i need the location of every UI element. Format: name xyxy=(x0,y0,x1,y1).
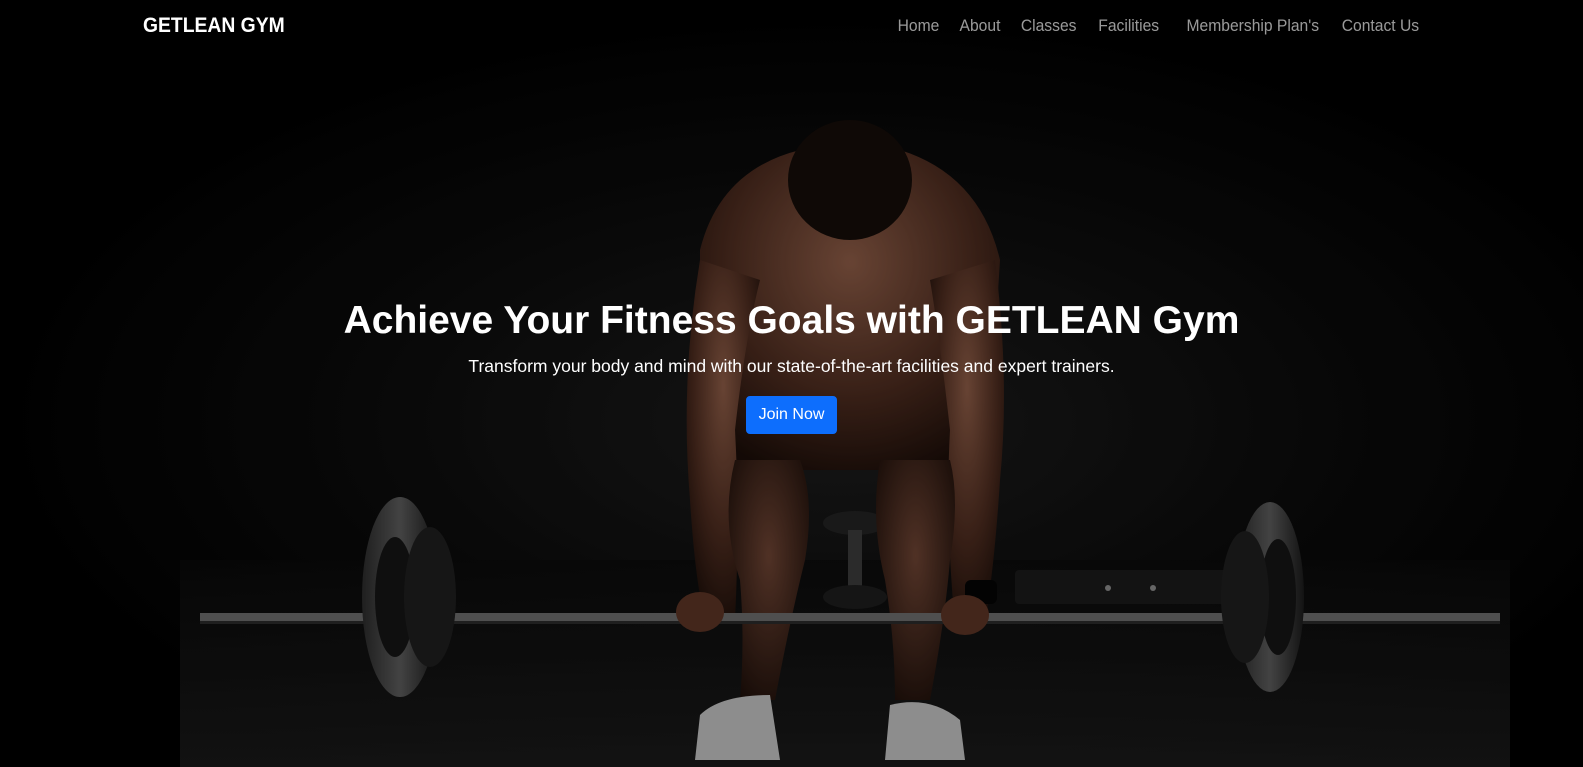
nav-item-home: Home xyxy=(894,16,940,36)
nav-link-home[interactable]: Home xyxy=(898,16,940,36)
join-now-button[interactable]: Join Now xyxy=(745,396,838,434)
page: GETLEAN GYM Home About Classes Facilitie… xyxy=(0,0,1583,767)
nav-links: Home About Classes Facilities Membership… xyxy=(894,16,1419,36)
hero-section: Achieve Your Fitness Goals with GETLEAN … xyxy=(0,296,1583,434)
nav-link-classes[interactable]: Classes xyxy=(1021,16,1077,36)
nav-item-classes: Classes xyxy=(1016,16,1077,36)
nav-item-about: About xyxy=(956,16,1000,36)
nav-item-membership: Membership Plan's xyxy=(1175,16,1319,36)
nav-link-about[interactable]: About xyxy=(959,16,1000,36)
nav-link-facilities[interactable]: Facilities xyxy=(1098,16,1159,36)
hero-subtitle: Transform your body and mind with our st… xyxy=(468,356,1115,376)
navbar: GETLEAN GYM Home About Classes Facilitie… xyxy=(0,0,1583,56)
hero-title: Achieve Your Fitness Goals with GETLEAN … xyxy=(343,299,1240,342)
brand-logo[interactable]: GETLEAN GYM xyxy=(143,14,285,38)
nav-item-facilities: Facilities xyxy=(1093,16,1159,36)
nav-item-contact: Contact Us xyxy=(1335,16,1419,36)
nav-link-contact-us[interactable]: Contact Us xyxy=(1342,16,1419,36)
nav-link-membership-plans[interactable]: Membership Plan's xyxy=(1186,16,1319,36)
